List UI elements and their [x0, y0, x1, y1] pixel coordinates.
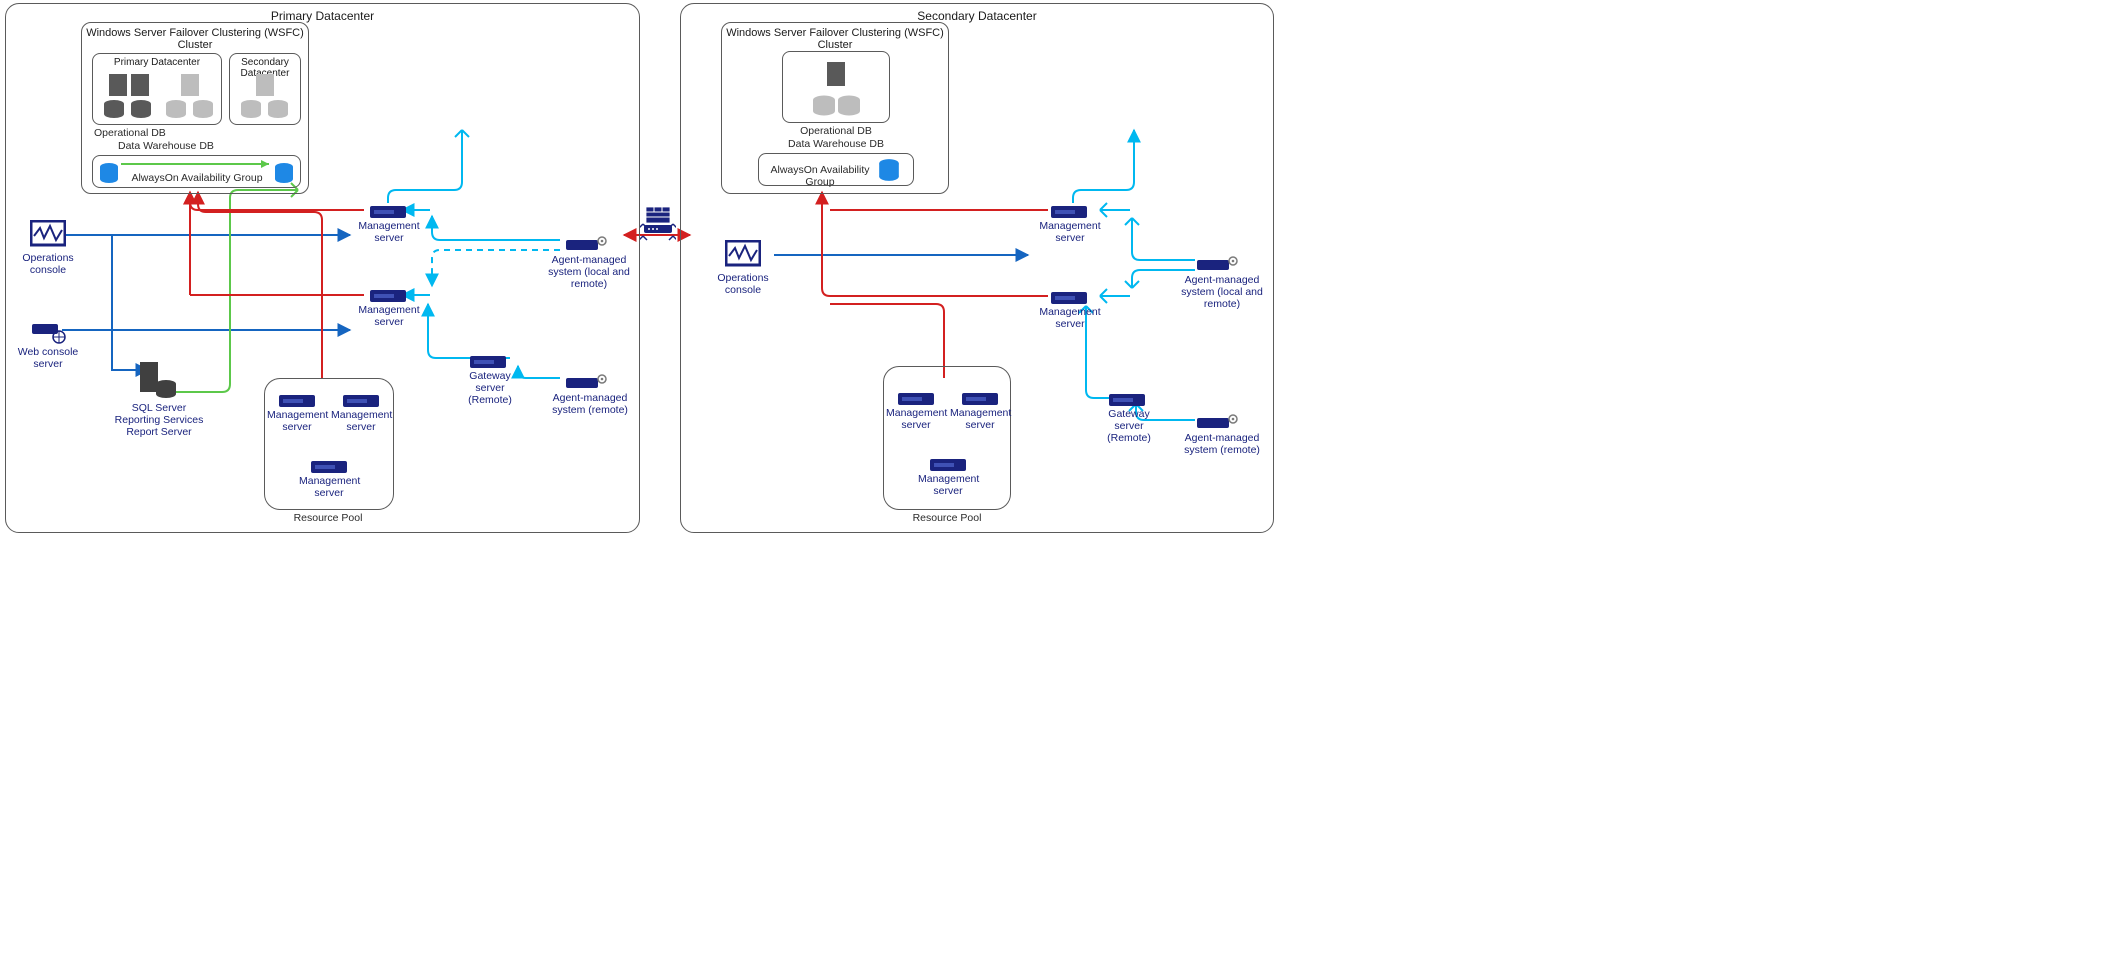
- arrow-icon: [121, 159, 276, 169]
- rack-gear-icon: [566, 374, 608, 390]
- secondary-datacenter: Secondary Datacenter Windows Server Fail…: [680, 3, 1274, 533]
- ssrs-label: SQL Server Reporting Services Report Ser…: [114, 402, 204, 438]
- rack-gear-icon: [566, 236, 608, 252]
- web-server-icon: [32, 324, 66, 344]
- mgmt-s2: Management server: [1037, 306, 1103, 330]
- ams-remote-s: Agent-managed system (remote): [1179, 432, 1265, 456]
- webconsole-label: Web console server: [16, 346, 80, 370]
- firewall-icon: [640, 205, 676, 245]
- gateway-s: Gateway server (Remote): [1093, 408, 1165, 444]
- opconsole-label: Operations console: [16, 252, 80, 276]
- rack-gear-icon: [1197, 414, 1239, 430]
- rack-icon: [1051, 206, 1087, 218]
- db-icon: [274, 162, 294, 184]
- ag-box-s: AlwaysOn Availability Group: [758, 153, 914, 186]
- mgmt-label-2: Management server: [356, 304, 422, 328]
- ams-local-label: Agent-managed system (local and remote): [546, 254, 632, 290]
- primary-title: Primary Datacenter: [6, 9, 639, 23]
- monitor-icon: [30, 220, 66, 250]
- opconsole-s: Operations console: [711, 272, 775, 296]
- ams-local-s: Agent-managed system (local and remote): [1179, 274, 1265, 310]
- rp-m1: Management server: [267, 409, 327, 433]
- mgmt-s1: Management server: [1037, 220, 1103, 244]
- rp-m3: Management server: [299, 475, 359, 499]
- rack-icon: [370, 206, 406, 218]
- wsfc-secondary: Windows Server Failover Clustering (WSFC…: [721, 22, 949, 194]
- rp-s2: Management server: [950, 407, 1010, 431]
- server-db-icon: [101, 72, 156, 120]
- rack-icon: [930, 459, 966, 471]
- ag-label-s: AlwaysOn Availability Group: [763, 164, 877, 188]
- server-tower-icon: [134, 360, 178, 400]
- server-db-icon-sd2: [809, 60, 864, 118]
- rp-s1: Management server: [886, 407, 946, 431]
- dwdb-label: Data Warehouse DB: [118, 140, 258, 152]
- pd-cell: Primary Datacenter: [92, 53, 222, 125]
- rp-label-s: Resource Pool: [907, 512, 987, 524]
- rp-m2: Management server: [331, 409, 391, 433]
- opdb-s: Operational DB: [782, 125, 890, 137]
- server-db-icon-sd: [238, 72, 293, 120]
- rp-label-p: Resource Pool: [288, 512, 368, 524]
- dwdb-s: Data Warehouse DB: [782, 138, 890, 150]
- rack-icon: [311, 461, 347, 473]
- pd-label: Primary Datacenter: [93, 57, 221, 68]
- mgmt-label-1: Management server: [356, 220, 422, 244]
- wsfc-primary: Windows Server Failover Clustering (WSFC…: [81, 22, 309, 194]
- db-icon: [877, 158, 901, 182]
- ag-label-p: AlwaysOn Availability Group: [127, 172, 267, 184]
- rack-icon: [1051, 292, 1087, 304]
- resource-pool-p: Management server Management server Mana…: [264, 378, 394, 510]
- sd-inner: [782, 51, 890, 123]
- rack-gear-icon: [1197, 256, 1239, 272]
- gateway-label: Gateway server (Remote): [454, 370, 526, 406]
- ag-box-p: AlwaysOn Availability Group: [92, 155, 301, 188]
- rack-icon: [370, 290, 406, 302]
- rack-icon: [470, 356, 506, 368]
- db-icon: [99, 162, 119, 184]
- wsfc-title-p: Windows Server Failover Clustering (WSFC…: [82, 27, 308, 51]
- resource-pool-s: Management server Management server Mana…: [883, 366, 1011, 510]
- server-db-icon-grey: [163, 72, 218, 120]
- ams-remote-label: Agent-managed system (remote): [550, 392, 630, 416]
- rack-icon: [962, 393, 998, 405]
- rack-icon: [898, 393, 934, 405]
- opdb-label: Operational DB: [94, 127, 214, 139]
- monitor-icon: [725, 240, 761, 270]
- primary-datacenter: Primary Datacenter Windows Server Failov…: [5, 3, 640, 533]
- rack-icon: [343, 395, 379, 407]
- rack-icon: [279, 395, 315, 407]
- rp-s3: Management server: [918, 473, 978, 497]
- rack-icon: [1109, 394, 1145, 406]
- sd-cell: Secondary Datacenter: [229, 53, 301, 125]
- wsfc-title-s: Windows Server Failover Clustering (WSFC…: [722, 27, 948, 51]
- secondary-title: Secondary Datacenter: [681, 9, 1273, 23]
